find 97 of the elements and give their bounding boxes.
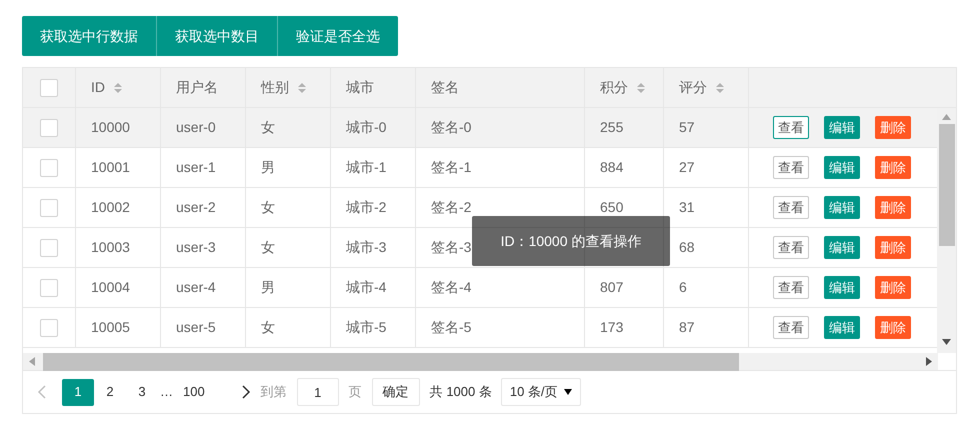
table-cell-text: 城市-5 [346,318,386,337]
goto-label: 到第 [260,383,287,402]
scroll-down-icon[interactable] [942,339,951,345]
sort-icon[interactable] [297,80,307,94]
scroll-right-icon[interactable] [926,357,932,366]
table-cell-text: 255 [600,118,624,137]
table-cell-text: 签名-5 [431,318,472,337]
table-cell-text: user-5 [176,318,216,337]
page-unit: 页 [348,383,362,402]
row-action-button[interactable]: 查看 [773,236,809,259]
row-action-button[interactable]: 编辑 [824,316,860,339]
table-cell-text: 87 [679,318,695,337]
table-cell-text: user-0 [176,118,216,137]
row-action-button[interactable]: 查看 [773,156,809,179]
sort-icon[interactable] [636,80,646,94]
column-header: ID [91,78,105,97]
sort-icon[interactable] [715,80,725,94]
table-cell-text: 10003 [91,238,130,257]
next-page-icon[interactable] [240,385,251,399]
column-header: 积分 [600,78,628,97]
table-cell-text: user-3 [176,238,216,257]
table-cell-text: 男 [261,158,275,177]
table-cell-text: 女 [261,318,275,337]
table-cell-text: 6 [679,278,687,297]
table-row[interactable]: 10000 user-0 女 城市-0 签名-0 255 57 查看 编辑 删除 [23,108,938,148]
row-action-button[interactable]: 编辑 [824,236,860,259]
table-cell-text: user-4 [176,278,216,297]
table-cell-text: 10002 [91,198,130,217]
page-button[interactable]: 1 [62,378,94,406]
table-cell-text: 城市-2 [346,198,386,217]
table-cell-text: 31 [679,198,695,217]
row-action-button[interactable]: 编辑 [824,196,860,219]
scroll-up-icon[interactable] [942,114,951,120]
checkbox[interactable] [40,78,58,96]
table-cell-text: 10005 [91,318,130,337]
table-cell-text: 城市-3 [346,238,386,257]
table-cell-text: 650 [600,198,624,217]
previous-page-icon[interactable] [37,385,47,399]
row-action-button[interactable]: 查看 [773,316,809,339]
row-action-button[interactable]: 编辑 [824,276,860,299]
table-row[interactable]: 10005 user-5 女 城市-5 签名-5 173 87 查看 编辑 删除 [23,308,938,348]
toolbar-button[interactable]: 获取选中行数据 [22,16,156,56]
row-action-button[interactable]: 查看 [773,276,809,299]
checkbox[interactable] [40,278,58,296]
column-header: 用户名 [176,78,218,97]
page-size-select[interactable]: 10 条/页 [500,378,581,406]
table-cell-text: 10004 [91,278,130,297]
table-cell-text: 城市-4 [346,278,386,297]
table-cell-text: 807 [600,278,624,297]
column-header: 评分 [679,78,707,97]
column-header: 性别 [261,78,289,97]
row-action-button[interactable]: 查看 [773,196,809,219]
sort-icon[interactable] [113,80,123,94]
tooltip: ID：10000 的查看操作 [472,216,670,266]
table-cell-text: 签名-3 [431,238,472,257]
row-action-button[interactable]: 查看 [773,116,809,139]
table-cell-text: 签名-1 [431,158,472,177]
page-ellipsis: … [159,383,174,402]
page-input[interactable]: 1 [296,378,339,406]
total-count: 共 1000 条 [430,383,492,402]
checkbox[interactable] [40,158,58,176]
table-cell-text: 男 [261,278,275,297]
vertical-scrollbar[interactable] [937,108,956,353]
table-cell-text: 城市-1 [346,158,386,177]
toolbar-button[interactable]: 验证是否全选 [277,16,398,56]
column-header: 签名 [431,78,459,97]
table-cell-text: 884 [600,158,624,177]
table-cell-text: 27 [679,158,695,177]
table-cell-text: 签名-0 [431,118,472,137]
confirm-button[interactable]: 确定 [372,378,420,406]
table-row[interactable]: 10002 user-2 女 城市-2 签名-2 650 31 查看 编辑 删除 [23,188,938,228]
table-row[interactable]: 10001 user-1 男 城市-1 签名-1 884 27 查看 编辑 删除 [23,148,938,188]
table-cell-text: 10000 [91,118,130,137]
table-cell-text: user-1 [176,158,216,177]
table-cell-text: 女 [261,238,275,257]
scroll-left-icon[interactable] [29,357,35,366]
table-cell-text: 签名-2 [431,198,472,217]
table-cell-text: 57 [679,118,695,137]
table-cell-text: 签名-4 [431,278,472,297]
table-row[interactable]: 10004 user-4 男 城市-4 签名-4 807 6 查看 编辑 删除 [23,268,938,308]
table-cell-text: 女 [261,198,275,217]
horizontal-scrollbar[interactable] [23,353,938,370]
table-cell-text: 68 [679,238,695,257]
checkbox[interactable] [40,198,58,216]
table-cell-text: 城市-0 [346,118,386,137]
checkbox[interactable] [40,118,58,136]
dropdown-icon [564,389,572,395]
toolbar-button[interactable]: 获取选中数目 [156,16,277,56]
table-cell-text: 女 [261,118,275,137]
checkbox[interactable] [40,238,58,256]
table-cell-text: 10001 [91,158,130,177]
checkbox[interactable] [40,318,58,336]
row-action-button[interactable]: 编辑 [824,116,860,139]
table-cell-text: user-2 [176,198,216,217]
row-action-button[interactable]: 编辑 [824,156,860,179]
column-header: 城市 [346,78,374,97]
table-cell-text: 173 [600,318,624,337]
